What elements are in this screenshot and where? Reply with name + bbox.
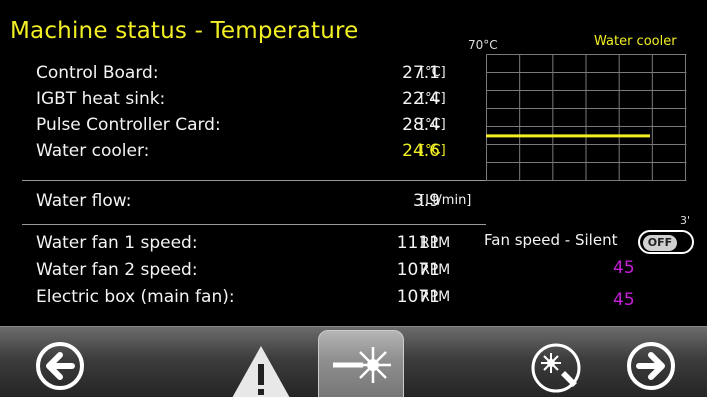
row-label: Water fan 1 speed: — [36, 233, 198, 253]
temp-row-control-board: Control Board: 27.1 [°C] — [36, 60, 488, 86]
row-unit: RPM — [420, 262, 451, 278]
water-cooler-chart — [486, 54, 687, 181]
chart-top-label: 70°C — [468, 38, 498, 52]
divider — [22, 180, 486, 181]
row-label: Water fan 2 speed: — [36, 260, 198, 280]
row-label: Pulse Controller Card: — [36, 115, 221, 135]
row-unit: [°C] — [420, 65, 446, 80]
laser-beam-icon — [333, 347, 391, 383]
status-panel: Machine status - Temperature Control Boa… — [0, 0, 707, 326]
row-unit: [°C] — [420, 117, 446, 132]
fan-row-electric-box: Electric box (main fan): 1071 RPM — [36, 284, 488, 310]
row-label: Water flow: — [36, 191, 132, 211]
toggle-knob: OFF — [643, 235, 677, 251]
flow-row: Water flow: 3.9 [Lt/min] — [36, 188, 488, 214]
page-title: Machine status - Temperature — [10, 18, 359, 44]
row-unit: RPM — [420, 289, 451, 305]
arrow-left-circle-icon[interactable] — [34, 340, 86, 392]
fan-row-water-fan-2: Water fan 2 speed: 1071 RPM — [36, 257, 488, 283]
row-label: IGBT heat sink: — [36, 89, 166, 109]
fan-row-water-fan-1: Water fan 1 speed: 1111 RPM — [36, 230, 488, 256]
warning-triangle-icon[interactable] — [230, 344, 292, 397]
fan-speed-label: Fan speed - Silent — [484, 231, 618, 249]
arrow-right-circle-icon[interactable] — [625, 340, 677, 392]
chart-series-label: Water cooler — [594, 34, 677, 49]
row-label: Control Board: — [36, 63, 159, 83]
row-unit: [Lt/min] — [420, 193, 472, 208]
fan-speed-value: 45 — [613, 258, 635, 278]
row-label: Electric box (main fan): — [36, 287, 235, 307]
fan-speed-value: 45 — [613, 290, 635, 310]
row-unit: RPM — [420, 235, 451, 251]
temp-row-pulse-controller: Pulse Controller Card: 28.4 [°C] — [36, 112, 488, 138]
divider — [22, 224, 486, 225]
temp-row-water-cooler: Water cooler: 24.6 [°C] — [36, 138, 488, 164]
row-unit: [°C] — [420, 91, 446, 106]
silent-toggle[interactable]: OFF — [638, 230, 694, 254]
laser-pointer-icon[interactable] — [529, 341, 583, 395]
scale-tick: 3' — [680, 214, 691, 227]
laser-button[interactable] — [318, 330, 404, 397]
temp-row-igbt: IGBT heat sink: 22.4 [°C] — [36, 86, 488, 112]
row-unit: [°C] — [420, 143, 446, 158]
row-label: Water cooler: — [36, 141, 150, 161]
bottom-toolbar — [0, 326, 707, 397]
